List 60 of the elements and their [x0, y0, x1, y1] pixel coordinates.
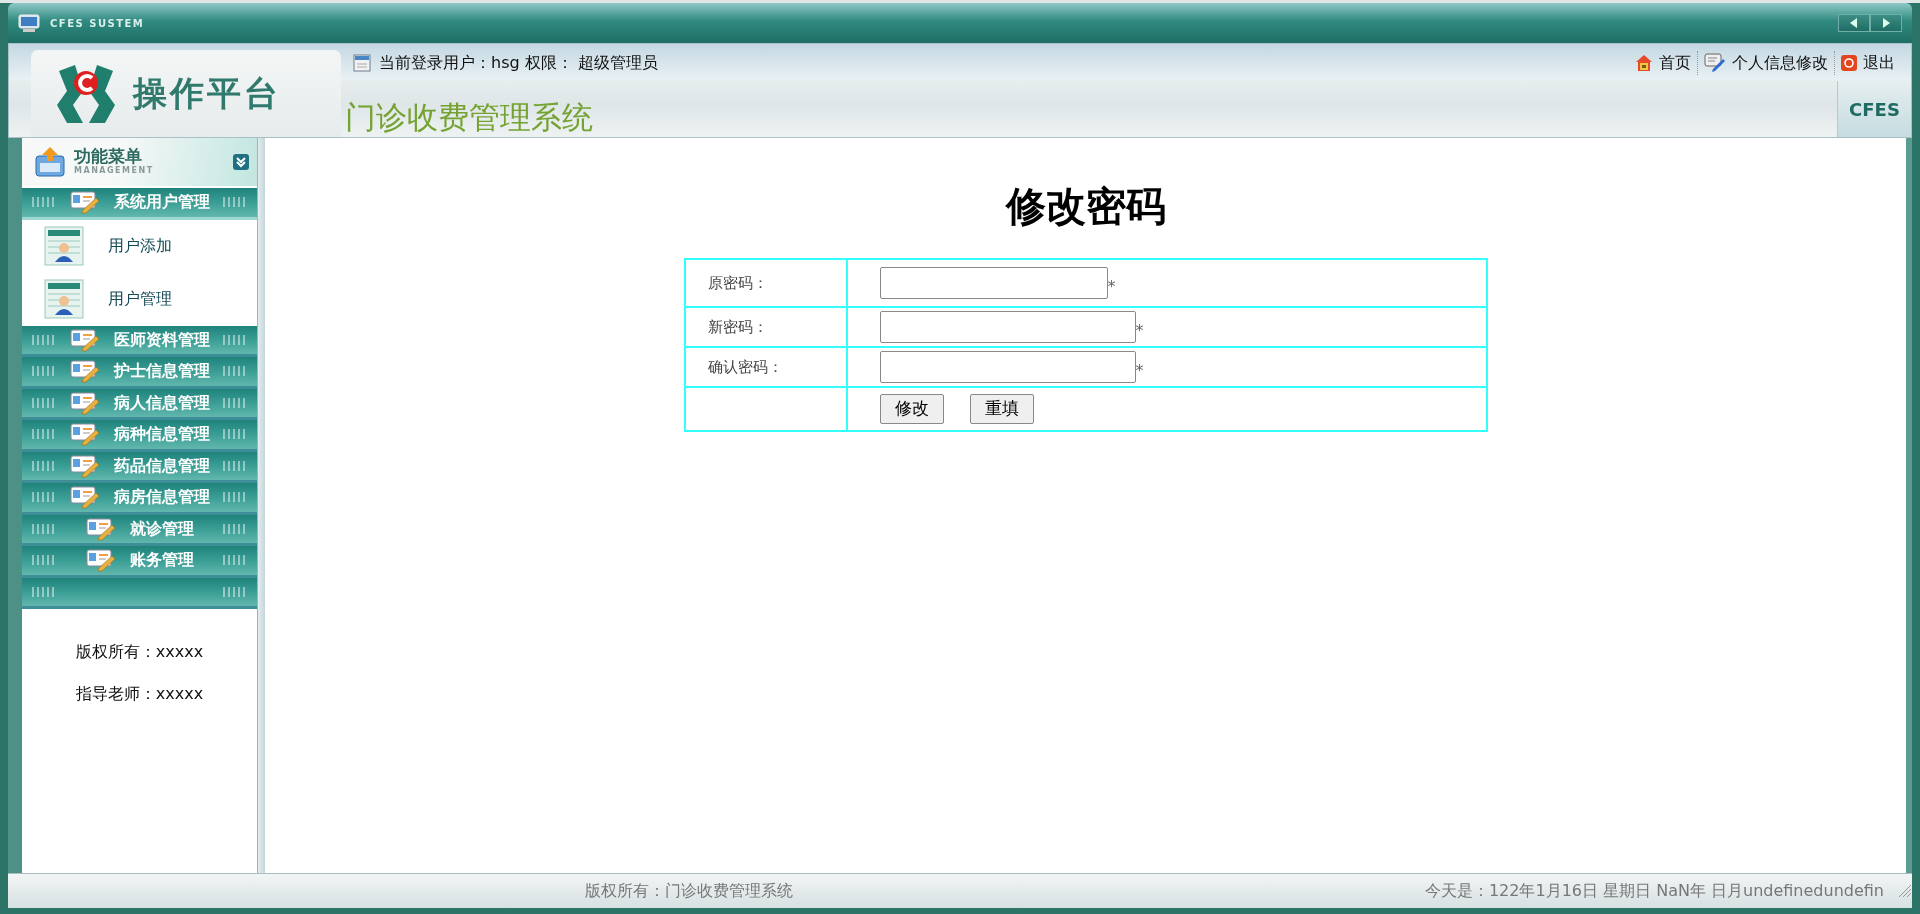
menu-group-button[interactable]: 系统用户管理 — [22, 188, 257, 220]
previous-button[interactable] — [1838, 14, 1870, 32]
next-button[interactable] — [1870, 14, 1902, 32]
password-field[interactable] — [879, 351, 1136, 383]
menu-group-button[interactable]: 护士信息管理 — [22, 357, 257, 389]
field-label: 新密码： — [707, 318, 768, 336]
required-mark: * — [1135, 321, 1144, 340]
password-field[interactable] — [879, 311, 1136, 343]
user-info: 当前登录用户：hsg 权限： 超级管理员 — [379, 51, 658, 74]
card-icon — [69, 190, 100, 215]
window-title: CFES SUSTEM — [50, 16, 145, 31]
menu-item[interactable]: 用户添加 — [22, 219, 257, 273]
menu-group-button[interactable]: 病房信息管理 — [22, 483, 257, 515]
card-icon — [69, 485, 100, 510]
header-link[interactable]: 首页 — [1629, 50, 1697, 75]
collapse-icon[interactable] — [233, 154, 249, 170]
menu-subtitle: MANAGEMENT — [74, 165, 154, 178]
card-icon — [85, 516, 116, 541]
card-icon — [69, 390, 100, 415]
user-card-icon — [44, 279, 84, 319]
form-button[interactable]: 重填 — [969, 394, 1034, 424]
date-text: 今天是：122年1月16日 星期日 NaN年 日月undefinedundefin — [1424, 880, 1884, 902]
field-label: 确认密码： — [707, 358, 783, 376]
header-link[interactable]: 个人信息修改 — [1697, 50, 1834, 75]
right-triangle-icon — [1882, 18, 1890, 28]
system-title: 门诊收费管理系统 — [345, 102, 594, 133]
left-triangle-icon — [1850, 18, 1858, 28]
password-field[interactable] — [879, 267, 1108, 299]
card-icon — [69, 422, 100, 447]
menu-group-button[interactable]: 病人信息管理 — [22, 388, 257, 420]
copyright-text: 版权所有：门诊收费管理系统 — [585, 880, 793, 902]
card-icon — [69, 359, 100, 384]
user-card-icon — [44, 226, 84, 266]
form-button[interactable]: 修改 — [879, 394, 944, 424]
required-mark: * — [1135, 361, 1144, 380]
card-icon — [69, 327, 100, 352]
field-label: 原密码： — [707, 274, 768, 292]
menu-group-button[interactable]: 账务管理 — [22, 546, 257, 578]
edit-icon — [1704, 52, 1726, 73]
menu-group-button[interactable]: 就诊管理 — [22, 514, 257, 546]
menu-group-button[interactable]: 药品信息管理 — [22, 451, 257, 483]
menu-item[interactable]: 用户管理 — [22, 272, 257, 326]
resize-grip-icon[interactable] — [1898, 884, 1912, 898]
required-mark: * — [1107, 277, 1116, 296]
exit-icon — [1841, 54, 1857, 71]
page-title: 修改密码 — [1005, 182, 1166, 231]
window-icon — [353, 53, 371, 72]
header-link[interactable]: 退出 — [1834, 50, 1901, 75]
menu-group-button[interactable]: 病种信息管理 — [22, 420, 257, 452]
menu-icon — [34, 146, 66, 178]
footer-text: 指导老师：xxxxx — [74, 683, 205, 705]
brand-badge: CFES — [1837, 81, 1911, 137]
footer-text: 版权所有：xxxxx — [74, 641, 205, 663]
card-icon — [69, 453, 100, 478]
home-icon — [1635, 53, 1653, 72]
menu-group-button[interactable]: 医师资料管理 — [22, 325, 257, 357]
card-icon — [85, 548, 116, 573]
monitor-icon — [18, 14, 40, 32]
logo-text: 操作平台 — [133, 72, 281, 115]
menu-title: 功能菜单 — [74, 146, 143, 166]
